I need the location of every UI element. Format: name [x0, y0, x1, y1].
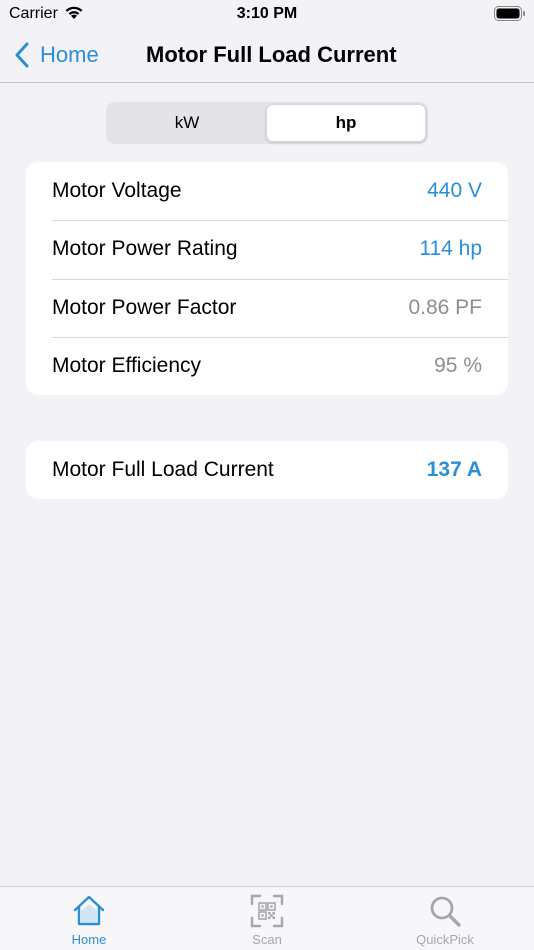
magnifier-icon: [430, 896, 461, 927]
row-value: 95 %: [434, 353, 482, 377]
tab-scan[interactable]: Scan: [217, 893, 317, 949]
app-screen: Carrier 3:10 PM Home Motor Full Load Cur…: [0, 0, 534, 950]
status-time: 3:10 PM: [236, 5, 298, 22]
row-label: Motor Efficiency: [52, 353, 201, 377]
back-button[interactable]: Home: [14, 40, 99, 70]
result-label: Motor Full Load Current: [52, 458, 274, 481]
tab-label: Scan: [252, 932, 282, 947]
back-label: Home: [40, 42, 99, 67]
tab-home[interactable]: Home: [39, 893, 139, 949]
tab-label: QuickPick: [416, 932, 474, 947]
full-load-current-row: Motor Full Load Current 137 A: [26, 441, 508, 499]
result-value: 137 A: [426, 458, 482, 481]
row-label: Motor Power Factor: [52, 295, 237, 319]
status-bar: Carrier 3:10 PM: [0, 0, 534, 28]
chevron-left-icon: [15, 42, 29, 68]
row-value: 114 hp: [419, 237, 482, 261]
battery-icon: [494, 6, 525, 21]
motor-power-factor-row[interactable]: Motor Power Factor 0.86 PF: [26, 278, 508, 337]
motor-voltage-row[interactable]: Motor Voltage 440 V: [26, 162, 508, 220]
house-icon: [73, 895, 105, 926]
row-label: Motor Voltage: [52, 179, 182, 203]
unit-segmented-control: kW hp: [106, 102, 428, 144]
motor-power-rating-row[interactable]: Motor Power Rating 114 hp: [26, 220, 508, 278]
row-value: 440 V: [427, 179, 482, 203]
tab-label: Home: [71, 932, 107, 947]
page-title: Motor Full Load Current: [146, 42, 397, 67]
row-value: 0.86 PF: [408, 295, 482, 319]
inputs-card: Motor Voltage 440 V Motor Power Rating 1…: [26, 162, 508, 395]
tab-quickpick[interactable]: QuickPick: [395, 893, 495, 949]
segment-kw[interactable]: kW: [108, 104, 266, 142]
tab-bar: Home Scan QuickPick: [0, 886, 534, 950]
result-card: Motor Full Load Current 137 A: [26, 441, 508, 499]
navigation-bar: Home Motor Full Load Current: [0, 28, 534, 83]
qr-scan-icon: [250, 894, 284, 928]
motor-efficiency-row[interactable]: Motor Efficiency 95 %: [26, 336, 508, 395]
row-label: Motor Power Rating: [52, 237, 238, 261]
segment-hp[interactable]: hp: [266, 104, 426, 142]
